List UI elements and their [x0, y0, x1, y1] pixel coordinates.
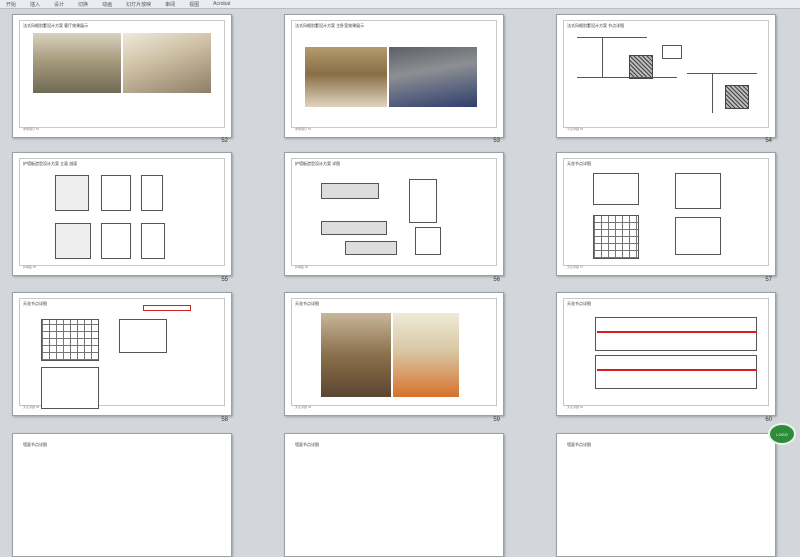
slide-title: 法式风格别墅设计方案 客厅效果展示 — [23, 23, 89, 28]
ribbon-tab[interactable]: 切换 — [78, 1, 88, 8]
drawing-line — [712, 73, 713, 113]
molding-section — [345, 241, 397, 255]
ribbon-tab[interactable]: 动画 — [102, 1, 112, 8]
slide-number: 56 — [493, 277, 500, 283]
drawing-line — [577, 77, 677, 78]
dining-room-photo — [321, 313, 391, 397]
slide-number: 58 — [221, 417, 228, 423]
ribbon-tab[interactable]: 幻灯片放映 — [126, 1, 151, 8]
living-room-photo — [393, 313, 459, 397]
ribbon-tab[interactable]: 审阅 — [165, 1, 175, 8]
ceiling-plan — [41, 367, 99, 409]
watermark-logo-icon: LOGO — [768, 423, 796, 445]
molding-section — [321, 221, 387, 235]
living-room-photo — [33, 33, 121, 93]
slide-title: 护墙板造型设计方案 立面 剖面 — [23, 161, 78, 166]
slide-number: 59 — [493, 417, 500, 423]
slide-thumbnail[interactable]: 天花节点详图 天花详图 57 — [556, 152, 776, 276]
ceiling-detail — [119, 319, 167, 353]
slide-sorter-area: 法式风格别墅设计方案 客厅效果展示 效果展示 52 52 法式风格别墅设计方案 … — [0, 9, 800, 557]
slide-frame — [563, 298, 769, 406]
ribbon-tab[interactable]: 开始 — [6, 1, 16, 8]
panel-drawing — [141, 175, 163, 211]
slide-number: 52 — [221, 138, 228, 144]
ribbon-tabs: 开始 插入 设计 切换 动画 幻灯片放映 审阅 视图 Acrobat — [0, 0, 800, 9]
slide-number: 55 — [221, 277, 228, 283]
slide-title: 天花节点详图 — [567, 301, 591, 306]
panel-detail — [415, 227, 441, 255]
ceiling-grid — [593, 215, 639, 259]
ribbon-tab[interactable]: 插入 — [30, 1, 40, 8]
slide-title: 天花节点详图 — [567, 161, 591, 166]
slide-thumbnail[interactable]: 法式风格别墅设计方案 主卧室效果展示 效果展示 53 — [284, 14, 504, 138]
ribbon-tab[interactable]: 设计 — [54, 1, 64, 8]
ceiling-grid — [41, 319, 99, 361]
slide-thumbnail[interactable]: 法式风格别墅设计方案 节点详图 节点详图 54 — [556, 14, 776, 138]
drawing-line — [602, 37, 603, 77]
hatch-detail — [629, 55, 653, 79]
slide-number: 53 — [493, 138, 500, 144]
slide-thumbnail[interactable]: 天花节点详图 天花详图 59 — [284, 292, 504, 416]
hatch-detail — [725, 85, 749, 109]
living-room-photo — [123, 33, 211, 93]
slide-thumbnail[interactable]: 墙面节点详图 — [284, 433, 504, 557]
slide-footer: 效果展示 52 — [23, 127, 40, 131]
drawing-line — [577, 37, 647, 38]
panel-drawing — [141, 223, 165, 259]
red-dimension — [597, 331, 757, 333]
slide-thumbnail[interactable]: 天花节点详图 天花详图 58 — [12, 292, 232, 416]
slide-footer: 天花详图 57 — [567, 265, 584, 269]
wall-elevation — [595, 317, 757, 351]
slide-thumbnail[interactable]: 法式风格别墅设计方案 客厅效果展示 效果展示 52 — [12, 14, 232, 138]
slide-footer: 天花详图 59 — [295, 405, 312, 409]
drawing-box — [662, 45, 682, 59]
slide-title: 法式风格别墅设计方案 主卧室效果展示 — [295, 23, 365, 28]
slide-footer: 护墙板 55 — [23, 265, 37, 269]
ribbon-tab[interactable]: 视图 — [189, 1, 199, 8]
panel-drawing — [55, 223, 91, 259]
panel-drawing — [101, 223, 131, 259]
slide-thumbnail[interactable]: 墙面节点详图 — [12, 433, 232, 557]
wall-elevation — [595, 355, 757, 389]
red-dimension — [597, 369, 757, 371]
slide-footer: 效果展示 53 — [295, 127, 312, 131]
slide-number: 54 — [765, 138, 772, 144]
slide-title: 天花节点详图 — [23, 301, 47, 306]
slide-footer: 节点详图 54 — [567, 127, 584, 131]
slide-footer: 天花详图 58 — [23, 405, 40, 409]
slide-footer: 天花详图 60 — [567, 405, 584, 409]
slide-thumbnail[interactable]: 天花节点详图 天花详图 60 — [556, 292, 776, 416]
panel-detail — [409, 179, 437, 223]
slide-footer: 护墙板 56 — [295, 265, 309, 269]
slide-title: 护墙板造型设计方案 详图 — [295, 161, 341, 166]
slide-title: 法式风格别墅设计方案 节点详图 — [567, 23, 625, 28]
red-callout — [143, 305, 191, 311]
bedroom-photo — [305, 47, 387, 107]
panel-drawing — [101, 175, 131, 211]
logo-text: LOGO — [776, 431, 788, 437]
ceiling-plan — [675, 173, 721, 209]
slide-number: 57 — [765, 277, 772, 283]
drawing-line — [687, 73, 757, 74]
molding-section — [321, 183, 379, 199]
slide-title: 天花节点详图 — [295, 301, 319, 306]
slide-thumbnail[interactable]: 护墙板造型设计方案 详图 护墙板 56 — [284, 152, 504, 276]
ceiling-plan — [675, 217, 721, 255]
ribbon-tab[interactable]: Acrobat — [213, 1, 230, 7]
panel-drawing — [55, 175, 89, 211]
ceiling-plan — [593, 173, 639, 205]
slide-thumbnail[interactable]: 护墙板造型设计方案 立面 剖面 护墙板 55 — [12, 152, 232, 276]
bedroom-photo — [389, 47, 477, 107]
slide-number: 60 — [765, 417, 772, 423]
slide-thumbnail[interactable]: 墙面节点详图 — [556, 433, 776, 557]
